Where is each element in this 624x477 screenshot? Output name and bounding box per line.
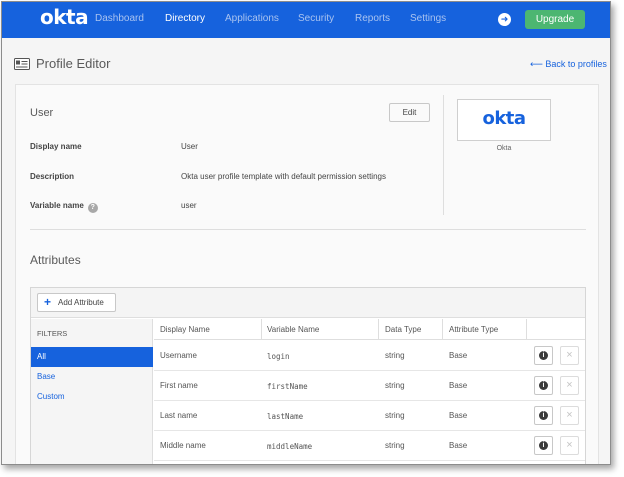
description-label: Description	[30, 172, 75, 181]
arrow-right-icon[interactable]: ➜	[498, 13, 511, 26]
variable-name-label-text: Variable name	[30, 201, 84, 210]
profile-logo: okta	[482, 108, 526, 129]
section-divider	[30, 229, 586, 230]
nav-reports[interactable]: Reports	[355, 13, 390, 24]
table-row: First name firstName string Base i ×	[154, 371, 585, 401]
column-divider	[378, 319, 379, 340]
column-variable-name[interactable]: Variable Name	[267, 325, 319, 334]
info-button[interactable]: i	[534, 346, 553, 365]
column-display-name[interactable]: Display Name	[160, 325, 210, 334]
nav-dashboard[interactable]: Dashboard	[95, 13, 144, 24]
profile-editor-icon	[14, 58, 30, 70]
filter-custom[interactable]: Custom	[31, 387, 153, 407]
variable-name-value: user	[181, 201, 197, 210]
close-icon[interactable]: ×	[560, 346, 579, 365]
browser-frame: okta Dashboard Directory Applications Se…	[1, 1, 611, 465]
plus-icon: +	[44, 295, 52, 309]
column-divider	[442, 319, 443, 340]
description-value: Okta user profile template with default …	[181, 172, 386, 181]
table-header: Display Name Variable Name Data Type Att…	[154, 319, 585, 340]
row-data-type: string	[385, 411, 405, 420]
row-display-name: Middle name	[160, 441, 206, 450]
info-button[interactable]: i	[534, 406, 553, 425]
nav-settings[interactable]: Settings	[410, 13, 446, 24]
filter-base[interactable]: Base	[31, 367, 153, 387]
filter-all[interactable]: All	[31, 347, 153, 367]
close-icon[interactable]: ×	[560, 436, 579, 455]
row-attribute-type: Base	[449, 381, 468, 390]
table-row: Middle name middleName string Base i ×	[154, 431, 585, 461]
column-attribute-type[interactable]: Attribute Type	[449, 325, 498, 334]
profile-logo-box: okta	[457, 99, 551, 141]
display-name-label: Display name	[30, 142, 82, 151]
back-to-profiles-link[interactable]: ⟵ Back to profiles	[530, 59, 607, 70]
row-attribute-type: Base	[449, 411, 468, 420]
edit-button[interactable]: Edit	[389, 103, 430, 122]
profile-card: User Edit Display name User Description …	[15, 84, 599, 464]
row-data-type: string	[385, 351, 405, 360]
row-attribute-type: Base	[449, 351, 468, 360]
column-data-type[interactable]: Data Type	[385, 325, 421, 334]
table-row: Username login string Base i ×	[154, 341, 585, 371]
row-variable-name: lastName	[267, 412, 304, 421]
info-icon: i	[539, 441, 548, 450]
row-variable-name: firstName	[267, 382, 308, 391]
filters-sidebar: FILTERS All Base Custom	[31, 319, 153, 464]
add-attribute-label: Add Attribute	[58, 298, 104, 307]
column-divider	[526, 319, 527, 340]
profile-logo-caption: Okta	[496, 145, 512, 152]
attributes-toolbar: + Add Attribute	[31, 288, 585, 318]
nav-directory[interactable]: Directory	[165, 13, 205, 24]
help-icon[interactable]: ?	[87, 203, 98, 213]
add-attribute-button[interactable]: + Add Attribute	[37, 293, 116, 312]
close-icon[interactable]: ×	[560, 376, 579, 395]
variable-name-label: Variable name?	[30, 201, 98, 213]
attributes-title: Attributes	[30, 253, 81, 267]
row-display-name: Username	[160, 351, 197, 360]
row-data-type: string	[385, 441, 405, 450]
info-button[interactable]: i	[534, 436, 553, 455]
top-nav: okta Dashboard Directory Applications Se…	[2, 2, 610, 38]
row-variable-name: middleName	[267, 442, 313, 451]
okta-logo[interactable]: okta	[40, 5, 89, 29]
row-display-name: Last name	[160, 411, 198, 420]
attributes-panel: + Add Attribute FILTERS All Base Custom …	[30, 287, 586, 464]
row-attribute-type: Base	[449, 441, 468, 450]
info-icon: i	[539, 411, 548, 420]
row-data-type: string	[385, 381, 405, 390]
close-icon[interactable]: ×	[560, 406, 579, 425]
column-divider	[261, 319, 262, 340]
table-row: Last name lastName string Base i ×	[154, 401, 585, 431]
row-display-name: First name	[160, 381, 198, 390]
row-variable-name: login	[267, 352, 290, 361]
filters-heading: FILTERS	[37, 329, 68, 338]
upgrade-button[interactable]: Upgrade	[525, 10, 585, 29]
display-name-value: User	[181, 142, 198, 151]
page-title: Profile Editor	[36, 56, 111, 71]
nav-security[interactable]: Security	[298, 13, 334, 24]
info-icon: i	[539, 351, 548, 360]
vertical-divider	[443, 95, 444, 215]
info-button[interactable]: i	[534, 376, 553, 395]
nav-applications[interactable]: Applications	[225, 13, 279, 24]
profile-name: User	[30, 107, 54, 119]
info-icon: i	[539, 381, 548, 390]
